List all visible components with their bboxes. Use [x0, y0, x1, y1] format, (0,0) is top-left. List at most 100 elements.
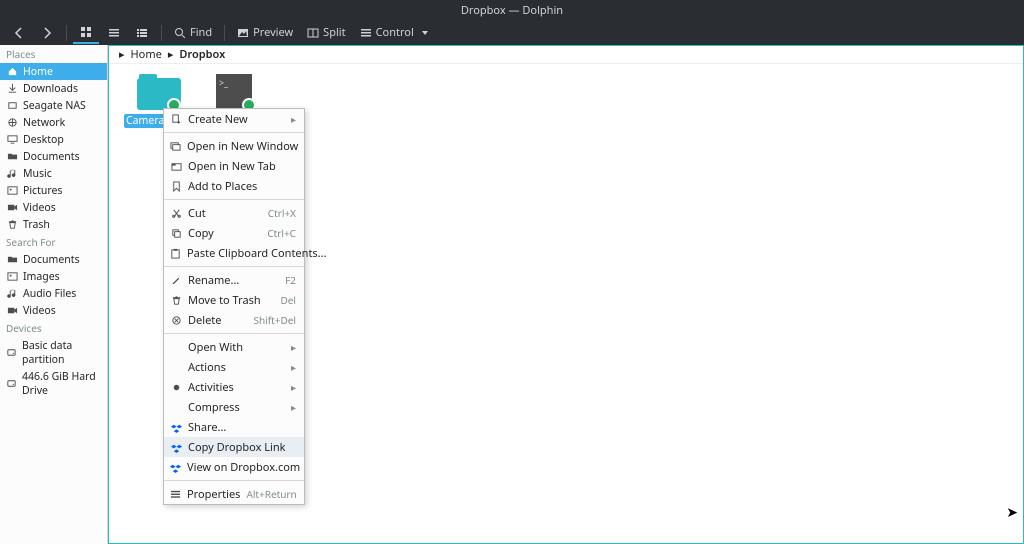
find-button[interactable]: Find: [168, 22, 218, 44]
menu-item-open-in-new-tab[interactable]: Open in New Tab: [164, 156, 304, 176]
sidebar-item-label: Trash: [23, 218, 50, 232]
menu-item-properties[interactable]: Properties Alt+Return: [164, 484, 304, 504]
trash-icon: [6, 219, 18, 231]
sidebar-item-desktop[interactable]: Desktop: [0, 131, 107, 148]
control-button[interactable]: Control: [354, 22, 434, 44]
submenu-arrow-icon: ▸: [291, 112, 296, 126]
properties-icon: [170, 488, 181, 500]
sidebar-item-label: Network: [23, 116, 65, 130]
sidebar-item-images[interactable]: Images: [0, 268, 107, 285]
sidebar-item-label: Videos: [23, 304, 56, 318]
menu-shortcut: Del: [280, 293, 296, 307]
menu-item-copy-dropbox-link[interactable]: Copy Dropbox Link: [164, 437, 304, 457]
control-label: Control: [376, 25, 414, 40]
menu-item-delete[interactable]: DeleteShift+Del: [164, 310, 304, 330]
sidebar-item-videos[interactable]: Videos: [0, 302, 107, 319]
submenu-arrow-icon: ▸: [291, 400, 296, 414]
details-view-button[interactable]: [129, 22, 155, 44]
menu-shortcut: Alt+Return: [246, 487, 296, 501]
compact-view-button[interactable]: [101, 22, 127, 44]
find-label: Find: [190, 25, 212, 40]
preview-button[interactable]: Preview: [231, 22, 299, 44]
sidebar-item-videos[interactable]: Videos: [0, 199, 107, 216]
nas-icon: [6, 100, 18, 112]
sidebar-item-basic-data-partition[interactable]: Basic data partition: [0, 337, 107, 368]
preview-label: Preview: [253, 25, 293, 40]
menu-item-copy[interactable]: CopyCtrl+C: [164, 223, 304, 243]
menu-item-label: Rename...: [188, 273, 279, 288]
sidebar-item-music[interactable]: Music: [0, 165, 107, 182]
menu-item-create-new[interactable]: Create New ▸: [164, 109, 304, 129]
sidebar-item-label: Audio Files: [23, 287, 76, 301]
menu-item-share[interactable]: Share...: [164, 417, 304, 437]
forward-button[interactable]: [34, 22, 60, 44]
sidebar-item-audio-files[interactable]: Audio Files: [0, 285, 107, 302]
script-file-icon: [210, 72, 258, 112]
trash-icon: [170, 294, 182, 306]
menu-item-move-to-trash[interactable]: Move to TrashDel: [164, 290, 304, 310]
sidebar-item-446.6-gib-hard-drive[interactable]: 446.6 GiB Hard Drive: [0, 368, 107, 399]
sidebar-item-label: 446.6 GiB Hard Drive: [22, 370, 101, 398]
sidebar-item-label: Images: [23, 270, 60, 284]
menu-item-label: Cut: [188, 206, 262, 221]
sidebar-item-seagate-nas[interactable]: Seagate NAS: [0, 97, 107, 114]
music-icon: [6, 288, 18, 300]
submenu-arrow-icon: ▸: [291, 340, 296, 354]
window-icon: [170, 140, 181, 152]
sidebar-item-pictures[interactable]: Pictures: [0, 182, 107, 199]
folder-icon: [6, 151, 18, 163]
sidebar-item-network[interactable]: Network: [0, 114, 107, 131]
menu-separator: [164, 132, 304, 133]
menu-item-label: Add to Places: [188, 179, 296, 194]
sidebar-item-documents[interactable]: Documents: [0, 251, 107, 268]
sidebar-item-label: Documents: [23, 150, 80, 164]
dropbox-icon: [170, 461, 181, 473]
back-button[interactable]: [6, 22, 32, 44]
sidebar-group-label: Places: [0, 45, 107, 63]
sidebar-item-label: Seagate NAS: [23, 99, 86, 113]
menu-item-cut[interactable]: Cut Ctrl+X: [164, 203, 304, 223]
sidebar-item-trash[interactable]: Trash: [0, 216, 107, 233]
delete-icon: [170, 314, 182, 326]
blank-icon: [170, 401, 182, 413]
menu-item-paste-clipboard-contents[interactable]: Paste Clipboard Contents...: [164, 243, 304, 263]
menu-item-actions[interactable]: Actions▸: [164, 357, 304, 377]
menu-item-activities[interactable]: Activities▸: [164, 377, 304, 397]
split-button[interactable]: Split: [301, 22, 351, 44]
breadcrumb-item-dropbox[interactable]: Dropbox: [179, 47, 225, 62]
network-icon: [6, 117, 18, 129]
sidebar-item-label: Downloads: [23, 82, 78, 96]
menu-item-rename[interactable]: Rename...F2: [164, 270, 304, 290]
menu-item-open-in-new-window[interactable]: Open in New Window: [164, 136, 304, 156]
menu-item-label: Create New: [188, 112, 285, 127]
chevron-down-icon: [422, 31, 428, 35]
split-icon: [307, 27, 319, 39]
mouse-cursor: ➤: [1006, 503, 1018, 522]
sidebar-item-home[interactable]: Home: [0, 63, 107, 80]
breadcrumb-sep: ▸: [119, 47, 125, 62]
toolbar: Find Preview Split Control: [0, 20, 1024, 45]
menu-shortcut: Ctrl+X: [268, 206, 296, 220]
dropbox-icon: [170, 441, 182, 453]
sidebar-item-label: Basic data partition: [22, 339, 101, 367]
menu-item-open-with[interactable]: Open With▸: [164, 337, 304, 357]
sidebar-item-documents[interactable]: Documents: [0, 148, 107, 165]
menu-item-view-on-dropbox-com[interactable]: View on Dropbox.com: [164, 457, 304, 477]
cut-icon: [170, 207, 182, 219]
menu-icon: [360, 27, 372, 39]
dropbox-icon: [170, 421, 182, 433]
disk-icon: [6, 378, 17, 390]
sidebar-item-label: Documents: [23, 253, 80, 267]
sidebar-group-label: Devices: [0, 319, 107, 337]
menu-item-label: Properties: [187, 487, 240, 502]
menu-item-compress[interactable]: Compress▸: [164, 397, 304, 417]
home-icon: [6, 66, 18, 78]
sidebar-item-downloads[interactable]: Downloads: [0, 80, 107, 97]
new-icon: [170, 113, 182, 125]
breadcrumb-item-home[interactable]: Home: [131, 47, 162, 62]
menu-item-add-to-places[interactable]: Add to Places: [164, 176, 304, 196]
folder-icon: [135, 72, 183, 112]
icons-view-button[interactable]: [73, 22, 99, 44]
separator: [66, 25, 67, 41]
menu-item-label: Copy Dropbox Link: [188, 440, 296, 455]
